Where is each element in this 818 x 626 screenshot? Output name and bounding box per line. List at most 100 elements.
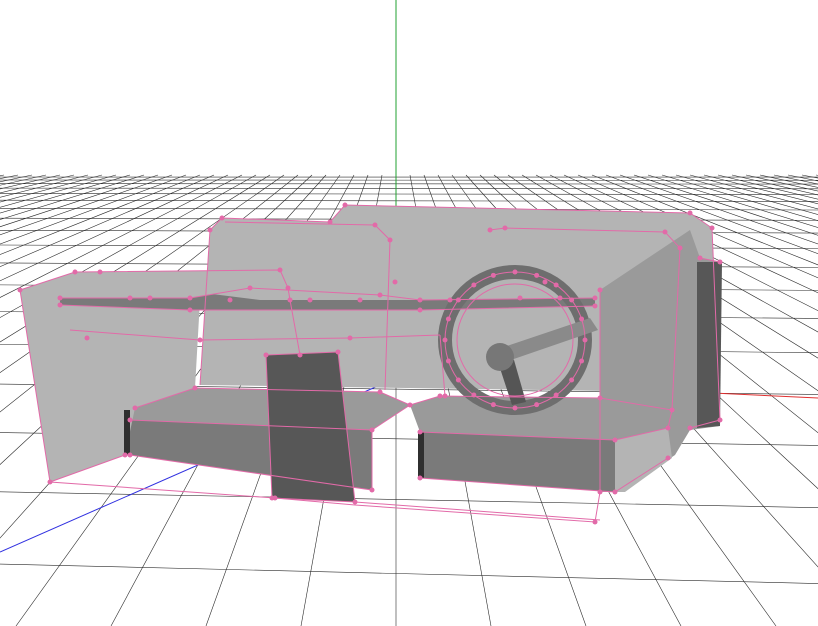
mesh-vertex[interactable] — [187, 295, 193, 301]
3d-viewport[interactable] — [0, 0, 818, 626]
mesh-vertex[interactable] — [219, 215, 225, 221]
mesh-vertex[interactable] — [327, 219, 333, 225]
mesh-vertex[interactable] — [72, 269, 78, 275]
mesh-vertex[interactable] — [502, 225, 508, 231]
mesh-vertex[interactable] — [57, 302, 63, 308]
mesh-vertex[interactable] — [669, 407, 675, 413]
mesh-vertex[interactable] — [407, 402, 413, 408]
mesh-vertex[interactable] — [592, 519, 598, 525]
mesh-vertex[interactable] — [487, 227, 493, 233]
mesh-vertex[interactable] — [357, 297, 363, 303]
mesh-vertex[interactable] — [377, 292, 383, 298]
mesh-vertex[interactable] — [197, 337, 203, 343]
grid-line — [703, 174, 818, 205]
mesh-vertex[interactable] — [369, 427, 375, 433]
mesh-vertex[interactable] — [442, 393, 448, 399]
mesh-vertex[interactable] — [342, 202, 348, 208]
mesh-vertex[interactable] — [512, 405, 518, 411]
mesh-vertex[interactable] — [534, 272, 540, 278]
mesh-vertex[interactable] — [187, 307, 193, 313]
mesh-vertex[interactable] — [592, 295, 598, 301]
mesh-vertex[interactable] — [442, 337, 448, 343]
mesh-vertex[interactable] — [445, 358, 451, 364]
mesh-vertex[interactable] — [677, 245, 683, 251]
mesh-vertex[interactable] — [534, 402, 540, 408]
mesh-vertex[interactable] — [227, 297, 233, 303]
mesh-vertex[interactable] — [97, 269, 103, 275]
mesh-vertex[interactable] — [263, 352, 269, 358]
mesh-vertex[interactable] — [553, 282, 559, 288]
mesh-vertex[interactable] — [347, 335, 353, 341]
mesh-vertex[interactable] — [582, 337, 588, 343]
mesh-vertex[interactable] — [612, 489, 618, 495]
mesh-vertex[interactable] — [369, 487, 375, 493]
mesh-vertex[interactable] — [285, 285, 291, 291]
mesh-vertex[interactable] — [122, 452, 128, 458]
mesh-vertex[interactable] — [84, 335, 90, 341]
mesh-vertex[interactable] — [579, 358, 585, 364]
mesh-vertex[interactable] — [287, 297, 293, 303]
mesh-vertex[interactable] — [417, 307, 423, 313]
mesh-vertex[interactable] — [47, 479, 53, 485]
mesh-vertex[interactable] — [372, 222, 378, 228]
mesh-vertex[interactable] — [417, 475, 423, 481]
mesh-vertex[interactable] — [127, 452, 133, 458]
mesh-vertex[interactable] — [665, 425, 671, 431]
mesh-vertex[interactable] — [247, 285, 253, 291]
grid-line — [0, 187, 818, 190]
mesh-vertex[interactable] — [512, 269, 518, 275]
mesh-vertex[interactable] — [517, 295, 523, 301]
mesh-vertex[interactable] — [579, 316, 585, 322]
mesh-vertex[interactable] — [569, 297, 575, 303]
mesh-vertex[interactable] — [17, 287, 23, 293]
mesh-vertex[interactable] — [207, 227, 213, 233]
mesh-vertex[interactable] — [127, 295, 133, 301]
grid-line — [731, 174, 818, 196]
mesh-vertex[interactable] — [147, 295, 153, 301]
mesh-vertex[interactable] — [717, 417, 723, 423]
mesh-vertex[interactable] — [557, 295, 563, 301]
mesh-vertex[interactable] — [417, 297, 423, 303]
mesh-vertex[interactable] — [455, 297, 461, 303]
viewport-canvas[interactable] — [0, 0, 818, 626]
mesh-vertex[interactable] — [542, 279, 548, 285]
mesh-vertex[interactable] — [662, 229, 668, 235]
mesh-vertex[interactable] — [709, 225, 715, 231]
mesh-vertex[interactable] — [447, 297, 453, 303]
mesh-vertex[interactable] — [127, 417, 133, 423]
mesh-vertex[interactable] — [569, 377, 575, 383]
mesh-vertex[interactable] — [592, 303, 598, 309]
mesh-vertex[interactable] — [132, 405, 138, 411]
mesh-vertex[interactable] — [307, 297, 313, 303]
mesh-vertex[interactable] — [553, 392, 559, 398]
mesh-vertex[interactable] — [687, 210, 693, 216]
grid-line — [0, 193, 818, 195]
mesh-vertex[interactable] — [665, 455, 671, 461]
mesh-vertex[interactable] — [471, 392, 477, 398]
mesh-vertex[interactable] — [417, 429, 423, 435]
mesh-vertex[interactable] — [437, 393, 443, 399]
mesh-vertex[interactable] — [687, 425, 693, 431]
mesh-vertex[interactable] — [612, 437, 618, 443]
mesh-vertex[interactable] — [335, 349, 341, 355]
mesh-vertex[interactable] — [455, 377, 461, 383]
mesh-vertex[interactable] — [392, 279, 398, 285]
mesh-vertex[interactable] — [597, 395, 603, 401]
mesh-vertex[interactable] — [272, 495, 278, 501]
mesh-vertex[interactable] — [697, 255, 703, 261]
mesh-vertex[interactable] — [471, 282, 477, 288]
mesh-vertex[interactable] — [352, 499, 358, 505]
mesh-vertex[interactable] — [377, 389, 383, 395]
mesh-vertex[interactable] — [387, 237, 393, 243]
mesh-vertex[interactable] — [192, 385, 198, 391]
mesh-vertex[interactable] — [490, 402, 496, 408]
mesh-vertex[interactable] — [597, 489, 603, 495]
mesh-vertex[interactable] — [297, 352, 303, 358]
mesh-vertex[interactable] — [717, 259, 723, 265]
mesh-vertex[interactable] — [445, 316, 451, 322]
grid-line — [0, 174, 19, 180]
mesh-vertex[interactable] — [597, 287, 603, 293]
mesh-vertex[interactable] — [277, 267, 283, 273]
mesh-vertex[interactable] — [490, 272, 496, 278]
mesh-vertex[interactable] — [57, 295, 63, 301]
